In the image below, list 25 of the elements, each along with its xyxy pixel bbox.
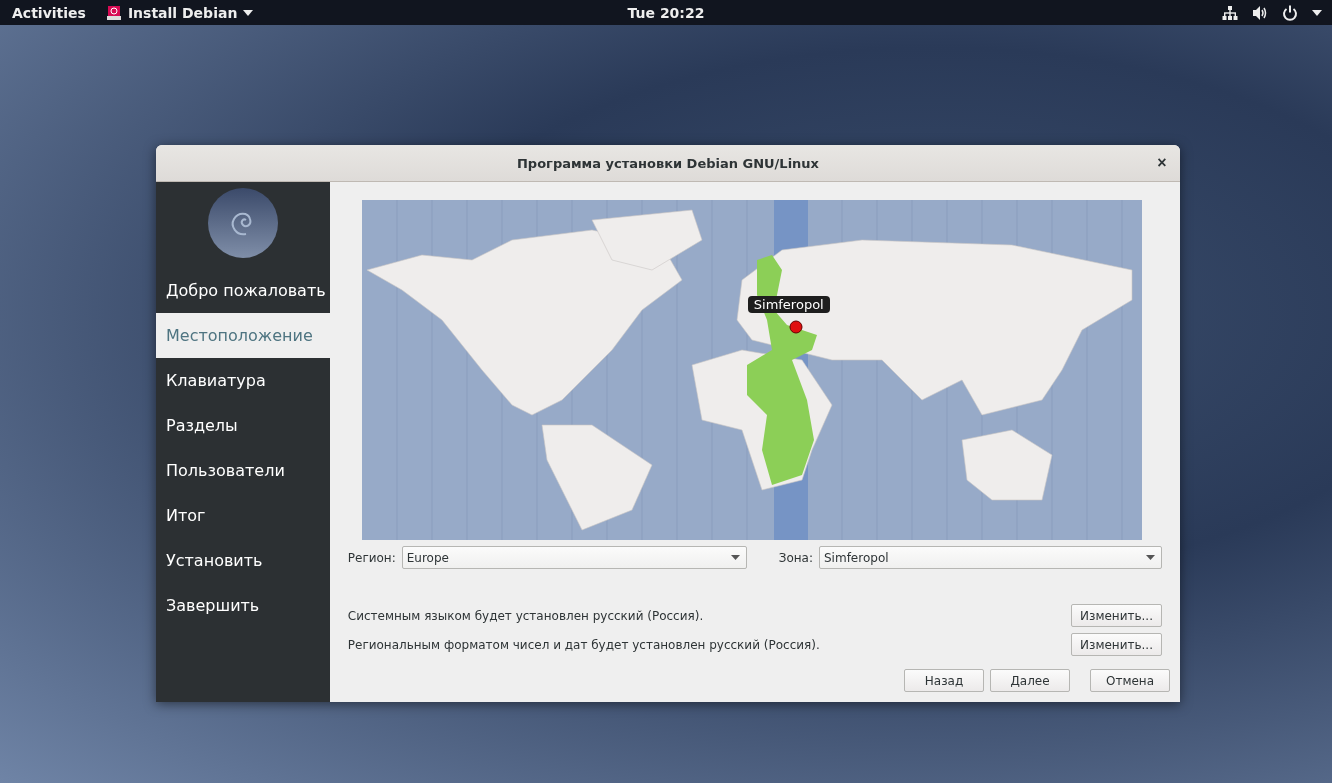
zone-label: Зона:	[778, 550, 813, 565]
close-button[interactable]: ×	[1152, 153, 1172, 173]
window-title: Программа установки Debian GNU/Linux	[516, 155, 819, 171]
locale-info-text: Системным языком будет установлен русский (Россия).	[347, 608, 704, 623]
change-button[interactable]: Изменить...	[1071, 604, 1162, 627]
dialog-button[interactable]: Отмена	[1090, 669, 1170, 692]
zone-dropdown[interactable]: Simferopol	[819, 546, 1162, 569]
sidebar-item[interactable]: Завершить	[156, 583, 330, 628]
change-button[interactable]: Изменить...	[1071, 633, 1162, 656]
region-dropdown[interactable]: Europe	[401, 546, 747, 569]
sidebar-item[interactable]: Установить	[156, 538, 330, 583]
dialog-button[interactable]: Назад	[904, 669, 984, 692]
activities-button[interactable]: Activities	[12, 4, 86, 21]
sidebar-item[interactable]: Добро пожаловать	[156, 268, 330, 313]
app-menu[interactable]: Install Debian	[105, 4, 254, 21]
locale-info-text: Региональным форматом чисел и дат будет установлен русский (Россия).	[347, 637, 820, 652]
clock[interactable]: Tue 20:22	[627, 4, 705, 21]
sidebar-item[interactable]: Пользователи	[156, 448, 330, 493]
dialog-button[interactable]: Далее	[990, 669, 1070, 692]
sidebar-item[interactable]: Итог	[156, 493, 330, 538]
region-label: Регион:	[347, 550, 396, 565]
location-tooltip: Simferopol	[747, 296, 830, 313]
sidebar-item[interactable]: Местоположение	[156, 313, 330, 358]
sidebar-item[interactable]: Клавиатура	[156, 358, 330, 403]
sidebar-item[interactable]: Разделы	[156, 403, 330, 448]
